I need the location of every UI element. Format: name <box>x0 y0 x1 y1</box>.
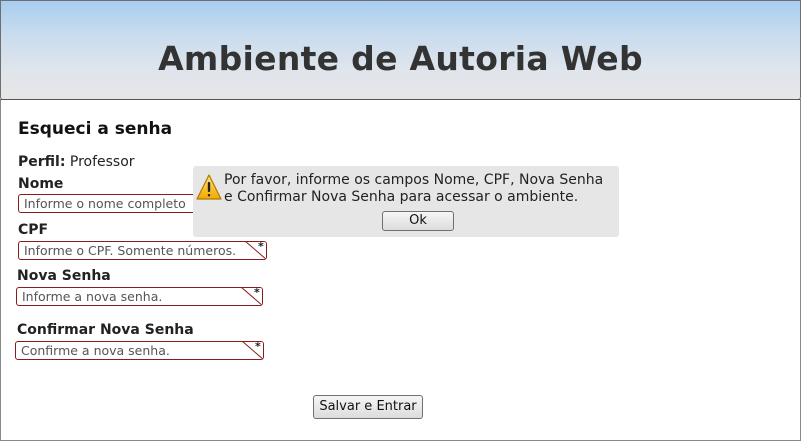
svg-text:*: * <box>258 241 264 253</box>
nome-placeholder: Informe o nome completo <box>24 196 186 211</box>
nova-senha-label: Nova Senha <box>17 268 111 284</box>
cpf-field[interactable]: Informe o CPF. Somente números. * <box>18 241 267 260</box>
main-panel <box>0 99 801 441</box>
warning-icon <box>196 174 222 200</box>
confirmar-senha-label: Confirmar Nova Senha <box>17 322 194 338</box>
ok-button[interactable]: Ok <box>382 211 454 231</box>
required-corner-icon: * <box>245 241 266 259</box>
cpf-placeholder: Informe o CPF. Somente números. <box>24 243 237 258</box>
svg-text:*: * <box>255 341 261 353</box>
perfil-row: Perfil: Professor <box>18 154 135 170</box>
svg-text:*: * <box>254 287 260 299</box>
salvar-entrar-button[interactable]: Salvar e Entrar <box>313 395 423 419</box>
nome-label: Nome <box>18 176 64 192</box>
nova-senha-placeholder: Informe a nova senha. <box>22 289 163 304</box>
page-title: Esqueci a senha <box>18 119 173 139</box>
nova-senha-field[interactable]: Informe a nova senha. * <box>16 287 263 306</box>
perfil-value: Professor <box>69 154 135 170</box>
app-header: Ambiente de Autoria Web <box>0 0 801 100</box>
required-corner-icon: * <box>241 287 262 305</box>
alert-message: Por favor, informe os campos Nome, CPF, … <box>224 172 604 205</box>
required-corner-icon: * <box>242 341 263 359</box>
app-title: Ambiente de Autoria Web <box>158 39 643 78</box>
confirmar-senha-field[interactable]: Confirme a nova senha. * <box>15 341 264 360</box>
validation-alert: Por favor, informe os campos Nome, CPF, … <box>193 166 619 237</box>
confirmar-senha-placeholder: Confirme a nova senha. <box>21 343 170 358</box>
cpf-label: CPF <box>18 222 49 238</box>
perfil-label: Perfil: <box>18 154 66 170</box>
